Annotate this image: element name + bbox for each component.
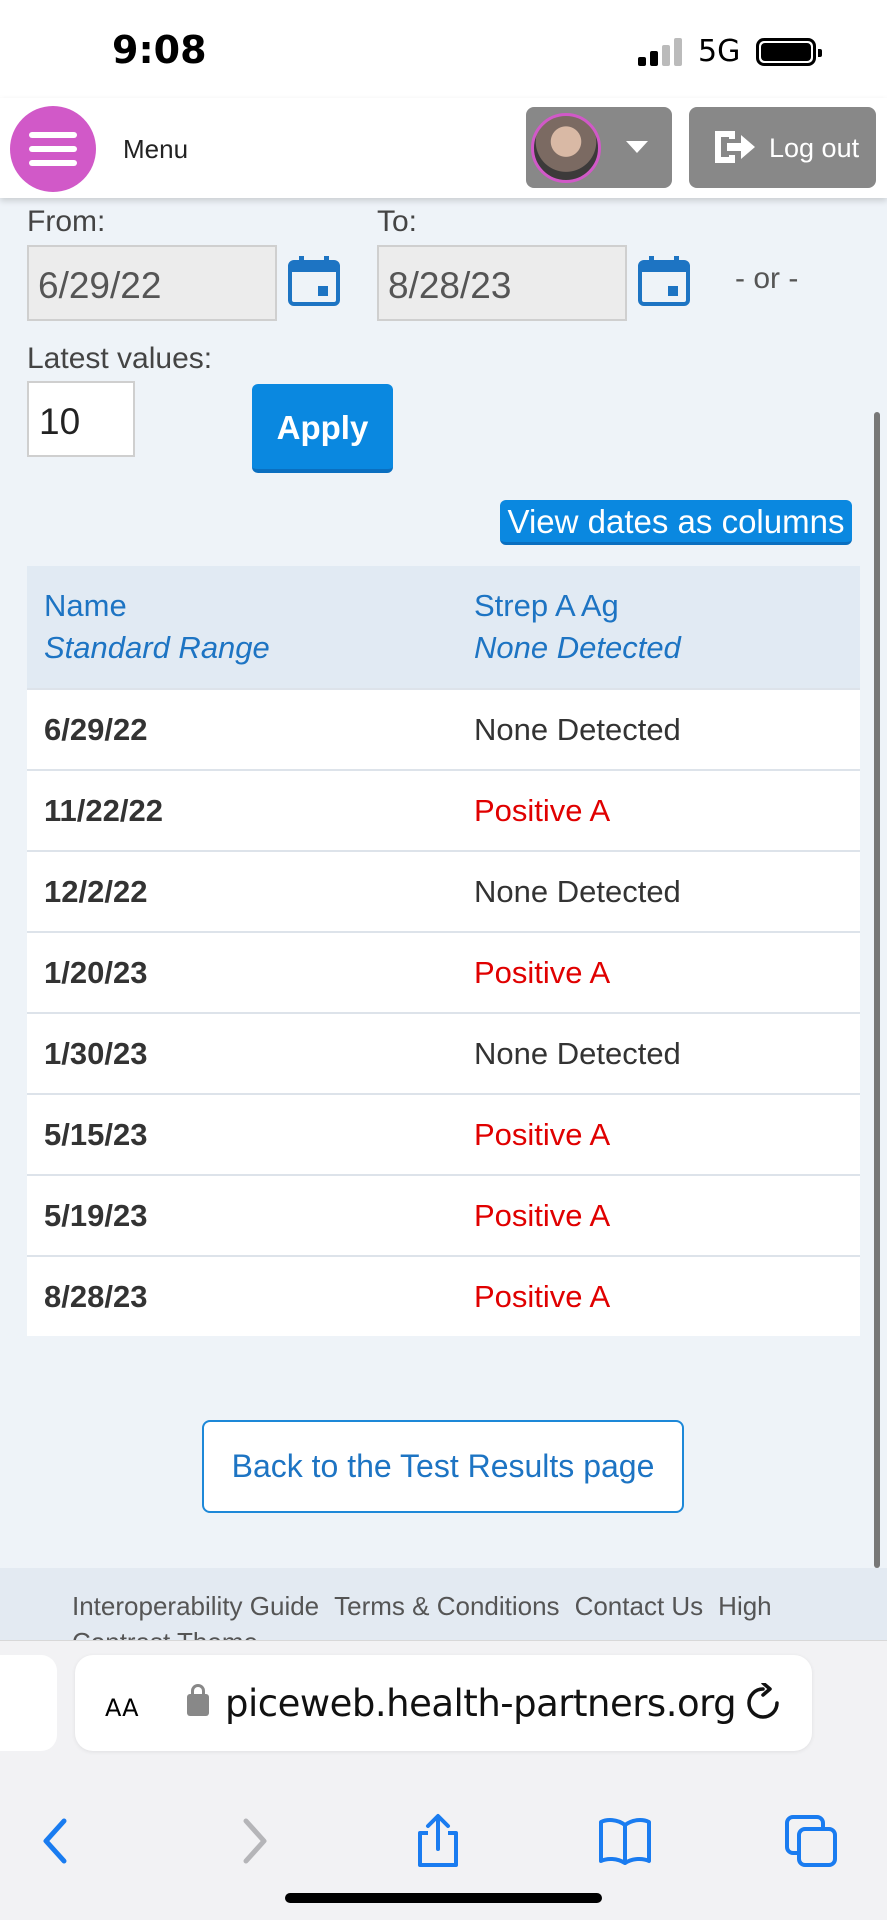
account-menu-button[interactable] [526,107,672,188]
previous-tab-preview[interactable] [0,1655,57,1751]
row-value: None Detected [474,712,681,747]
test-standard-range: None Detected [474,630,681,665]
logout-button[interactable]: Log out [689,107,876,188]
apply-button[interactable]: Apply [252,384,393,473]
status-bar: 9:08 5G [0,0,887,98]
share-icon[interactable] [410,1813,466,1869]
footer: Interoperability Guide Terms & Conditions… [0,1568,887,1640]
or-separator: - or - [735,262,799,295]
row-value: None Detected [474,1036,681,1071]
standard-range-label: Standard Range [44,630,270,665]
table-row: 1/30/23 None Detected [27,1012,860,1093]
address-bar[interactable]: AA piceweb.health-partners.org [75,1655,812,1751]
calendar-icon[interactable] [288,256,340,306]
back-to-test-results-button[interactable]: Back to the Test Results page [202,1420,684,1513]
table-header: Name Standard Range Strep A Ag None Dete… [27,566,860,688]
table-row: 11/22/22 Positive A [27,769,860,850]
footer-links: Interoperability Guide Terms & Conditions… [72,1588,832,1640]
results-table: Name Standard Range Strep A Ag None Dete… [27,566,860,1336]
avatar [531,113,601,183]
forward-icon[interactable] [224,1813,280,1869]
table-row: 5/15/23 Positive A [27,1093,860,1174]
network-type: 5G [698,34,741,69]
logout-label: Log out [769,133,860,163]
row-date: 6/29/22 [44,712,148,747]
back-icon[interactable] [30,1813,86,1869]
home-indicator [285,1893,602,1903]
bookmarks-icon[interactable] [597,1813,653,1869]
row-date: 5/15/23 [44,1117,148,1152]
row-value: Positive A [474,1117,611,1152]
row-date: 1/20/23 [44,955,148,990]
row-value: None Detected [474,874,681,909]
table-row: 12/2/22 None Detected [27,850,860,931]
menu-label[interactable]: Menu [123,134,188,165]
row-value: Positive A [474,1198,611,1233]
browser-toolbar: AA piceweb.health-partners.org [0,1640,887,1920]
text-size-button[interactable]: AA [105,1685,139,1725]
column-header-name: Name [44,588,127,623]
to-label: To: [377,205,418,238]
footer-link-terms[interactable]: Terms & Conditions [334,1591,559,1621]
row-date: 11/22/22 [44,793,163,828]
row-date: 8/28/23 [44,1279,148,1314]
logout-icon [715,131,755,163]
signal-icon [638,38,686,66]
scrollbar[interactable] [874,412,880,1568]
footer-link-contact[interactable]: Contact Us [575,1591,704,1621]
row-value: Positive A [474,1279,611,1314]
table-row: 6/29/22 None Detected [27,688,860,769]
clock: 9:08 [112,28,207,72]
to-date-field[interactable]: 8/28/23 [377,245,627,321]
row-date: 5/19/23 [44,1198,148,1233]
battery-icon [756,38,822,66]
reload-icon[interactable] [743,1683,783,1723]
latest-values-field[interactable]: 10 [27,381,135,457]
from-date-field[interactable]: 6/29/22 [27,245,277,321]
row-date: 12/2/22 [44,874,148,909]
row-value: Positive A [474,955,611,990]
view-dates-as-columns-button[interactable]: View dates as columns [500,500,852,545]
table-row: 1/20/23 Positive A [27,931,860,1012]
table-row: 8/28/23 Positive A [27,1255,860,1336]
url-text[interactable]: piceweb.health-partners.org [225,1682,737,1725]
footer-link-interoperability[interactable]: Interoperability Guide [72,1591,319,1621]
lock-icon [187,1684,209,1716]
from-label: From: [27,205,106,238]
calendar-icon[interactable] [638,256,690,306]
app-header: Menu Log out [0,98,887,198]
latest-values-label: Latest values: [27,342,213,375]
column-header-test: Strep A Ag [474,588,619,623]
chevron-down-icon [626,141,648,153]
tabs-icon[interactable] [783,1813,839,1869]
menu-button[interactable] [10,106,96,192]
table-row: 5/19/23 Positive A [27,1174,860,1255]
row-date: 1/30/23 [44,1036,148,1071]
row-value: Positive A [474,793,611,828]
